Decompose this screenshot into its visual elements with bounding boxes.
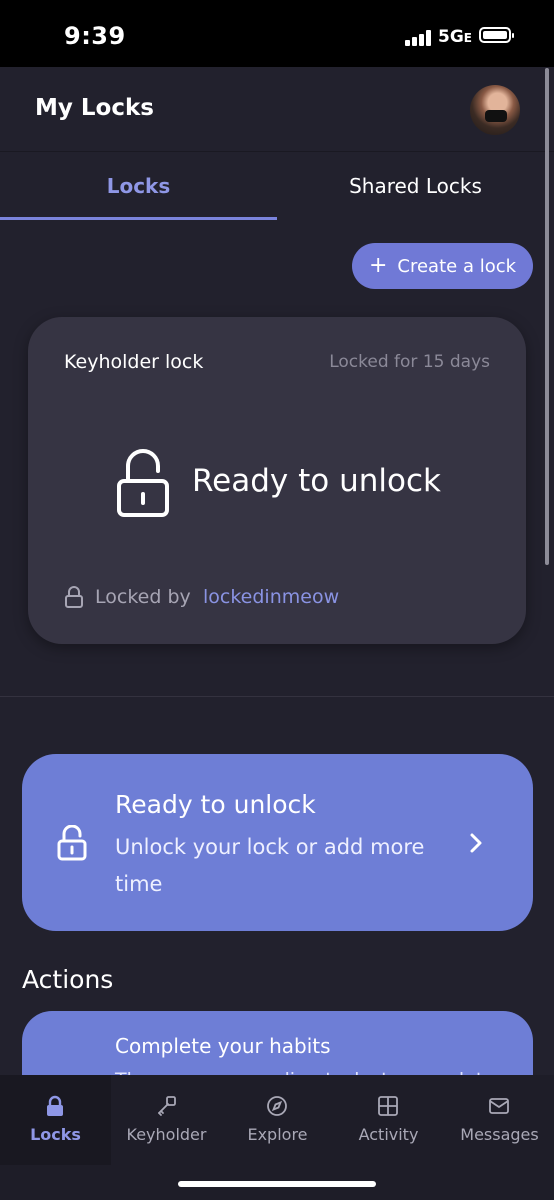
lock-duration: Locked for 15 days bbox=[329, 352, 490, 372]
status-bar: 9:39 5GE bbox=[0, 0, 554, 67]
nav-locks-label: Locks bbox=[30, 1125, 81, 1144]
create-lock-label: Create a lock bbox=[397, 255, 517, 277]
network-type: 5GE bbox=[438, 27, 472, 47]
keyholder-username-link[interactable]: lockedinmeow bbox=[203, 586, 339, 608]
active-tab-indicator bbox=[0, 217, 277, 220]
lock-status: Ready to unlock bbox=[192, 463, 441, 499]
banner-subtitle: Unlock your lock or add more time bbox=[115, 835, 425, 896]
lock-icon bbox=[47, 1095, 63, 1116]
cellular-signal-icon bbox=[405, 30, 433, 46]
banner-title: Ready to unlock bbox=[115, 790, 316, 819]
nav-explore[interactable]: Explore bbox=[222, 1075, 333, 1165]
nav-explore-label: Explore bbox=[247, 1125, 308, 1144]
battery-icon bbox=[479, 27, 514, 43]
nav-keyholder-label: Keyholder bbox=[126, 1125, 207, 1144]
compass-icon bbox=[267, 1096, 287, 1116]
lock-type: Keyholder lock bbox=[64, 351, 204, 373]
chevron-right-icon bbox=[470, 833, 482, 853]
tab-locks[interactable]: Locks bbox=[0, 152, 277, 220]
ready-to-unlock-banner[interactable]: Ready to unlock Unlock your lock or add … bbox=[22, 754, 533, 931]
nav-messages-label: Messages bbox=[460, 1125, 539, 1144]
scrollbar[interactable] bbox=[545, 68, 549, 565]
avatar[interactable] bbox=[470, 85, 520, 135]
page-title: My Locks bbox=[35, 95, 154, 121]
section-divider bbox=[0, 696, 554, 697]
nav-locks[interactable]: Locks bbox=[0, 1075, 111, 1165]
locked-by-label: Locked by bbox=[95, 586, 191, 608]
lock-card[interactable]: Keyholder lock Locked for 15 days Ready … bbox=[28, 317, 526, 644]
key-icon bbox=[158, 1096, 176, 1116]
tab-bar: Locks Shared Locks bbox=[0, 152, 554, 220]
nav-activity-label: Activity bbox=[358, 1125, 419, 1144]
home-indicator[interactable] bbox=[178, 1181, 376, 1187]
status-time: 9:39 bbox=[64, 22, 126, 50]
unlocked-padlock-icon bbox=[57, 825, 87, 861]
habits-title: Complete your habits bbox=[115, 1034, 331, 1058]
plus-icon: + bbox=[368, 253, 388, 278]
nav-messages[interactable]: Messages bbox=[444, 1075, 554, 1165]
grid-icon bbox=[378, 1096, 398, 1116]
nav-keyholder[interactable]: Keyholder bbox=[111, 1075, 222, 1165]
actions-heading: Actions bbox=[22, 965, 114, 994]
create-lock-button[interactable]: + Create a lock bbox=[352, 243, 533, 289]
padlock-icon bbox=[65, 586, 83, 608]
unlocked-padlock-icon bbox=[117, 449, 169, 517]
app-header: My Locks bbox=[0, 67, 554, 152]
tab-shared-locks[interactable]: Shared Locks bbox=[277, 152, 554, 220]
envelope-icon bbox=[489, 1098, 509, 1114]
nav-activity[interactable]: Activity bbox=[333, 1075, 444, 1165]
